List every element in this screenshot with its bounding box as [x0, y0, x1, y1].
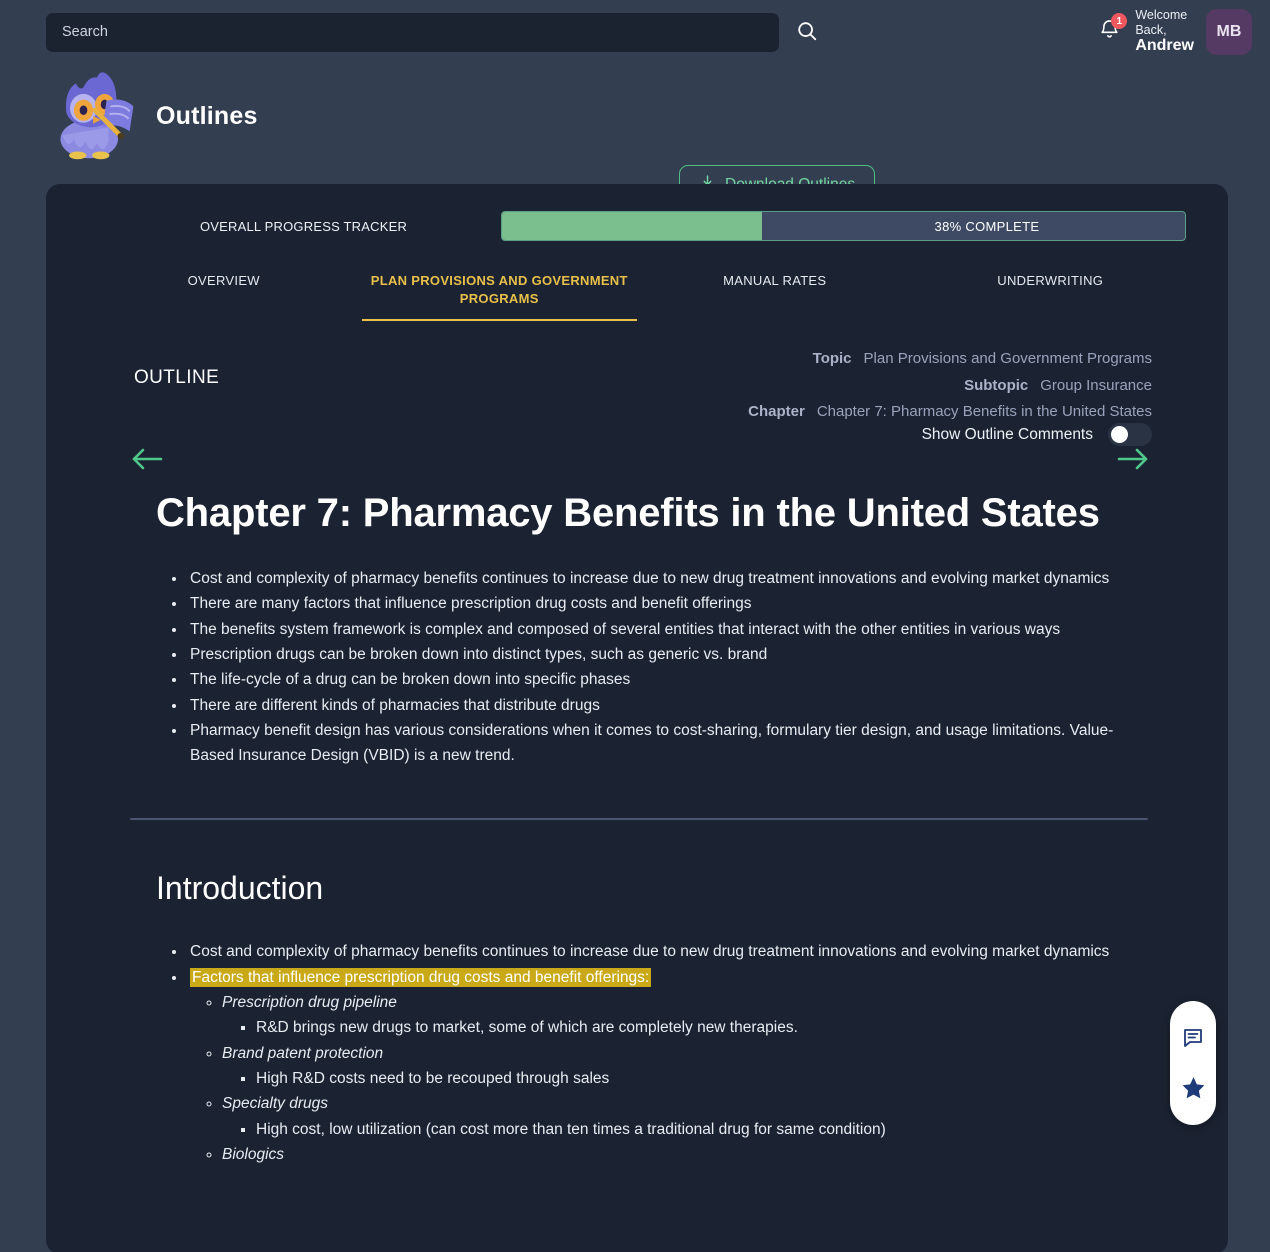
chapter-title: Chapter 7: Pharmacy Benefits in the Unit…	[156, 491, 1100, 536]
arrow-right-icon	[1116, 448, 1150, 475]
introduction-detail-list: R&D brings new drugs to market, some of …	[222, 1015, 1148, 1040]
page-header: Outlines Download Outlines	[0, 64, 1270, 205]
list-item: Prescription drugs can be broken down in…	[187, 642, 1148, 667]
list-item: Prescription drug pipeline R&D brings ne…	[222, 990, 1148, 1041]
show-outline-comments-label: Show Outline Comments	[921, 425, 1093, 443]
tab-manual-rates[interactable]: MANUAL RATES	[637, 262, 913, 302]
list-item: Pharmacy benefit design has various cons…	[187, 718, 1148, 769]
search-button[interactable]	[785, 10, 829, 54]
list-item: Cost and complexity of pharmacy benefits…	[187, 939, 1148, 964]
arrow-left-icon	[130, 448, 164, 475]
comment-icon	[1181, 1028, 1205, 1053]
list-item: Specialty drugs High cost, low utilizati…	[222, 1091, 1148, 1142]
section-title-introduction: Introduction	[156, 870, 324, 907]
list-item: The benefits system framework is complex…	[187, 617, 1148, 642]
introduction-section: Introduction Cost and complexity of phar…	[46, 870, 1228, 1167]
show-outline-comments-row: Show Outline Comments	[921, 423, 1152, 447]
avatar[interactable]: MB	[1206, 9, 1252, 55]
list-item: There are different kinds of pharmacies …	[187, 693, 1148, 718]
search-container	[46, 12, 779, 52]
outline-meta-region: OUTLINE Topic Plan Provisions and Govern…	[46, 321, 1228, 491]
top-bar: 1 Welcome Back, Andrew MB	[0, 0, 1270, 64]
section-divider	[130, 818, 1148, 821]
toggle-knob	[1111, 426, 1128, 444]
list-item: High cost, low utilization (can cost mor…	[256, 1117, 1148, 1142]
list-item: High R&D costs need to be recouped throu…	[256, 1066, 1148, 1091]
outline-card: OVERALL PROGRESS TRACKER 38% COMPLETE OV…	[46, 184, 1228, 1252]
tab-underwriting[interactable]: UNDERWRITING	[913, 262, 1189, 302]
previous-outline-button[interactable]	[130, 446, 164, 472]
meta-key-chapter: Chapter	[748, 403, 805, 421]
favorite-button[interactable]	[1180, 1075, 1207, 1101]
outline-content: Chapter 7: Pharmacy Benefits in the Unit…	[46, 491, 1228, 768]
list-item-highlighted: Factors that influence prescription drug…	[187, 965, 1148, 1167]
list-item: Brand patent protection High R&D costs n…	[222, 1041, 1148, 1092]
introduction-detail-list: High cost, low utilization (can cost mor…	[222, 1117, 1148, 1142]
notification-badge: 1	[1111, 13, 1128, 29]
tab-plan-provisions-and-government-programs[interactable]: PLAN PROVISIONS AND GOVERNMENT PROGRAMS	[361, 262, 637, 322]
welcome-line-2: Back,	[1135, 22, 1167, 37]
progress-tracker: OVERALL PROGRESS TRACKER 38% COMPLETE	[46, 206, 1228, 246]
next-outline-button[interactable]	[1116, 446, 1150, 472]
meta-key-subtopic: Subtopic	[964, 376, 1029, 394]
page-title: Outlines	[156, 101, 258, 130]
progress-label: OVERALL PROGRESS TRACKER	[199, 218, 408, 234]
list-item: Cost and complexity of pharmacy benefits…	[187, 566, 1148, 591]
comments-button[interactable]	[1181, 1026, 1205, 1050]
outline-heading: OUTLINE	[134, 367, 220, 389]
notifications-button[interactable]: 1	[1095, 13, 1128, 47]
meta-value-chapter: Chapter 7: Pharmacy Benefits in the Unit…	[816, 403, 1152, 421]
meta-key-topic: Topic	[812, 350, 852, 368]
introduction-list: Cost and complexity of pharmacy benefits…	[156, 939, 1148, 1167]
show-outline-comments-toggle[interactable]	[1108, 423, 1152, 447]
sub-item-label: Prescription drug pipeline	[222, 994, 397, 1012]
list-item: R&D brings new drugs to market, some of …	[256, 1015, 1148, 1040]
sub-item-label: Brand patent protection	[222, 1044, 384, 1062]
floating-action-panel	[1170, 1001, 1216, 1125]
sub-item-label: Specialty drugs	[222, 1095, 328, 1113]
user-name: Andrew	[1135, 37, 1194, 55]
meta-row-topic: Topic Plan Provisions and Government Pro…	[748, 346, 1152, 373]
list-item: There are many factors that influence pr…	[187, 591, 1148, 616]
highlighted-text: Factors that influence prescription drug…	[190, 967, 652, 987]
meta-value-subtopic: Group Insurance	[1040, 376, 1152, 394]
sub-item-label: Biologics	[222, 1145, 285, 1163]
list-item: Biologics	[222, 1142, 1148, 1167]
introduction-detail-list: High R&D costs need to be recouped throu…	[222, 1066, 1148, 1091]
outline-breadcrumb: Topic Plan Provisions and Government Pro…	[748, 346, 1152, 426]
progress-bar: 38% COMPLETE	[501, 211, 1186, 241]
list-item: The life-cycle of a drug can be broken d…	[187, 667, 1148, 692]
meta-value-topic: Plan Provisions and Government Programs	[863, 350, 1152, 368]
star-icon	[1180, 1076, 1207, 1104]
tab-bar: OVERVIEW PLAN PROVISIONS AND GOVERNMENT …	[46, 246, 1228, 322]
progress-percent-text: 38% COMPLETE	[934, 218, 1040, 234]
owl-mascot-logo-icon	[46, 68, 144, 164]
user-area: 1 Welcome Back, Andrew MB	[1095, 0, 1252, 64]
introduction-sublist: Prescription drug pipeline R&D brings ne…	[190, 990, 1148, 1167]
tab-overview[interactable]: OVERVIEW	[86, 262, 362, 302]
search-input[interactable]	[46, 12, 779, 52]
meta-row-subtopic: Subtopic Group Insurance	[748, 373, 1152, 400]
welcome-message: Welcome Back, Andrew	[1135, 8, 1194, 56]
meta-row-chapter: Chapter Chapter 7: Pharmacy Benefits in …	[748, 399, 1152, 426]
welcome-line-1: Welcome	[1135, 7, 1188, 22]
chapter-summary-list: Cost and complexity of pharmacy benefits…	[156, 566, 1148, 768]
search-icon	[796, 20, 818, 45]
